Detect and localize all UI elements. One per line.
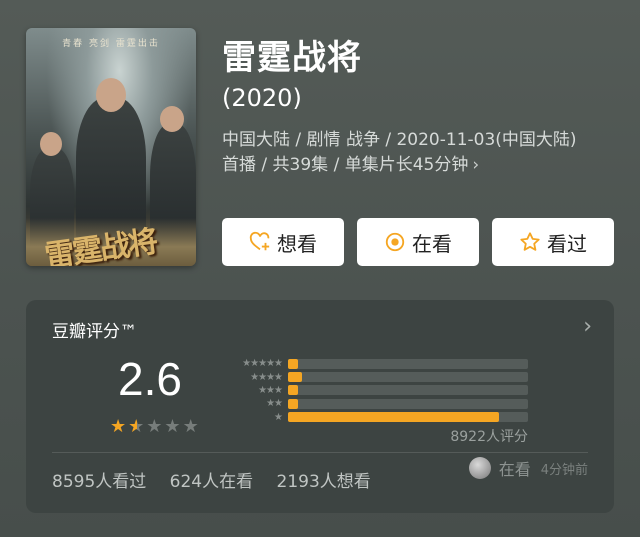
distribution-row: ★★★★ <box>216 370 536 383</box>
poster-figure-head <box>40 132 62 156</box>
watching-label: 在看 <box>412 231 452 256</box>
distribution-bar <box>288 358 298 369</box>
distribution-bar <box>288 412 500 423</box>
rating-total: 8922人评分 <box>450 429 528 445</box>
distribution-track <box>288 385 528 396</box>
rating-card[interactable]: 豆瓣评分™ › 2.6 ★★★★★ ★★★★★ ★★★★ ★★★ ★★ ★ 89… <box>26 300 614 513</box>
distribution-track <box>288 412 528 423</box>
distribution-row: ★ <box>216 411 536 424</box>
star-empty-icon: ★ <box>164 416 183 437</box>
row-stars-label: ★★★★★ <box>242 358 283 370</box>
want-to-watch-button[interactable]: 想看 <box>222 218 344 266</box>
page-title: 雷霆战将 <box>222 38 362 78</box>
meta-line-2: 首播 / 共39集 / 单集片长45分钟 › <box>222 155 480 175</box>
distribution-track <box>288 372 528 383</box>
row-stars-label: ★★ <box>266 398 283 410</box>
rating-stars: ★★★★★ <box>110 416 201 437</box>
row-stars-label: ★★★ <box>258 384 283 396</box>
release-year: (2020) <box>222 84 302 112</box>
watched-count[interactable]: 8595人看过 <box>52 472 146 492</box>
row-stars-label: ★ <box>274 411 283 423</box>
divider <box>52 452 588 453</box>
recent-activity[interactable]: 在看 4分钟前 <box>468 456 588 480</box>
poster-figure-head <box>96 78 126 112</box>
distribution-track <box>288 358 528 369</box>
star-filled-icon: ★ <box>110 416 129 437</box>
audience-counts[interactable]: 8595人看过 624人在看 2193人想看 <box>52 467 389 492</box>
distribution-row: ★★★★★ <box>216 357 536 370</box>
watching-button[interactable]: 在看 <box>357 218 479 266</box>
watched-button[interactable]: 看过 <box>492 218 614 266</box>
distribution-bar <box>288 398 298 409</box>
meta-info[interactable]: 中国大陆 / 剧情 战争 / 2020-11-03(中国大陆) 首播 / 共39… <box>222 128 622 178</box>
row-stars-label: ★★★★ <box>250 371 283 383</box>
chevron-right-icon: › <box>472 155 480 175</box>
heart-plus-icon <box>249 231 270 251</box>
watched-label: 看过 <box>547 231 587 256</box>
recent-status: 在看 <box>498 460 531 479</box>
chevron-right-icon[interactable]: › <box>583 314 592 339</box>
star-outline-icon <box>520 232 540 251</box>
poster-figure-head <box>160 106 184 132</box>
meta-line-1: 中国大陆 / 剧情 战争 / 2020-11-03(中国大陆) <box>222 130 577 150</box>
star-empty-icon: ★ <box>146 416 165 437</box>
star-half-icon: ★ <box>128 416 147 437</box>
distribution-bar <box>288 372 303 383</box>
distribution-row: ★★ <box>216 397 536 410</box>
want-to-watch-label: 想看 <box>277 231 317 256</box>
recent-time: 4分钟前 <box>540 462 588 478</box>
poster-tagline: 青春 亮剑 雷霆出击 <box>62 39 160 49</box>
avatar <box>468 457 491 479</box>
wish-count[interactable]: 2193人想看 <box>277 472 371 492</box>
distribution-bar <box>288 385 298 396</box>
rating-card-title: 豆瓣评分™ <box>52 322 137 342</box>
watching-count[interactable]: 624人在看 <box>170 472 253 492</box>
target-icon <box>385 232 405 252</box>
poster-image[interactable]: 青春 亮剑 雷霆出击 雷霆战将 <box>26 28 196 266</box>
rating-score: 2.6 <box>118 353 182 405</box>
distribution-track <box>288 398 528 409</box>
star-empty-icon: ★ <box>182 416 201 437</box>
distribution-row: ★★★ <box>216 384 536 397</box>
rating-distribution: ★★★★★ ★★★★ ★★★ ★★ ★ <box>216 357 536 424</box>
